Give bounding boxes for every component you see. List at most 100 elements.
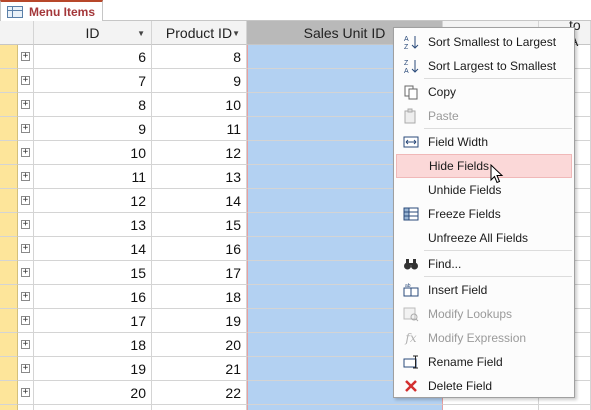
dropdown-arrow-icon[interactable]: ▼ — [232, 29, 240, 38]
table-row[interactable]: +21231$24.00 — [0, 405, 591, 410]
expand-cell[interactable]: + — [18, 93, 34, 117]
select-all-corner[interactable] — [0, 21, 34, 45]
menu-unfreeze-all-fields[interactable]: Unfreeze All Fields — [396, 226, 572, 250]
column-header-id[interactable]: ID ▼ — [34, 21, 152, 45]
expand-plus-icon[interactable]: + — [21, 76, 30, 85]
expand-plus-icon[interactable]: + — [21, 220, 30, 229]
row-selector[interactable] — [0, 381, 18, 405]
expand-cell[interactable]: + — [18, 141, 34, 165]
menu-hide-fields[interactable]: Hide Fields — [396, 154, 572, 178]
row-selector[interactable] — [0, 333, 18, 357]
expand-cell[interactable]: + — [18, 69, 34, 93]
cell-partial[interactable] — [539, 405, 591, 410]
row-selector[interactable] — [0, 141, 18, 165]
cell-product-id[interactable]: 21 — [152, 357, 247, 381]
expand-plus-icon[interactable]: + — [21, 316, 30, 325]
menu-paste[interactable]: Paste — [396, 104, 572, 128]
cell-product-id[interactable]: 18 — [152, 285, 247, 309]
row-selector[interactable] — [0, 285, 18, 309]
expand-plus-icon[interactable]: + — [21, 100, 30, 109]
expand-cell[interactable]: + — [18, 45, 34, 69]
row-selector[interactable] — [0, 69, 18, 93]
cell-product-id[interactable]: 9 — [152, 69, 247, 93]
row-selector[interactable] — [0, 117, 18, 141]
cell-id[interactable]: 14 — [34, 237, 152, 261]
column-header-product-id[interactable]: Product ID ▼ — [152, 21, 247, 45]
cell-product-id[interactable]: 17 — [152, 261, 247, 285]
cell-product-id[interactable]: 15 — [152, 213, 247, 237]
cell-product-id[interactable]: 19 — [152, 309, 247, 333]
cell-id[interactable]: 9 — [34, 117, 152, 141]
menu-freeze-fields[interactable]: Freeze Fields — [396, 202, 572, 226]
cell-id[interactable]: 13 — [34, 213, 152, 237]
cell-id[interactable]: 6 — [34, 45, 152, 69]
row-selector[interactable] — [0, 309, 18, 333]
menu-sort-descending[interactable]: ZA Sort Largest to Smallest — [396, 54, 572, 78]
cell-id[interactable]: 19 — [34, 357, 152, 381]
menu-modify-lookups[interactable]: Modify Lookups — [396, 302, 572, 326]
cell-id[interactable]: 20 — [34, 381, 152, 405]
cell-id[interactable]: 7 — [34, 69, 152, 93]
expand-plus-icon[interactable]: + — [21, 292, 30, 301]
menu-find[interactable]: Find... — [396, 252, 572, 276]
menu-field-width[interactable]: Field Width — [396, 130, 572, 154]
menu-copy[interactable]: Copy — [396, 80, 572, 104]
row-selector[interactable] — [0, 213, 18, 237]
expand-plus-icon[interactable]: + — [21, 388, 30, 397]
tab-menu-items[interactable]: Menu Items — [0, 0, 103, 22]
cell-product-id[interactable]: 13 — [152, 165, 247, 189]
cell-id[interactable]: 10 — [34, 141, 152, 165]
cell-product-id[interactable]: 23 — [152, 405, 247, 410]
expand-plus-icon[interactable]: + — [21, 244, 30, 253]
cell-product-id[interactable]: 22 — [152, 381, 247, 405]
expand-cell[interactable]: + — [18, 117, 34, 141]
expand-plus-icon[interactable]: + — [21, 268, 30, 277]
row-selector[interactable] — [0, 93, 18, 117]
expand-cell[interactable]: + — [18, 309, 34, 333]
expand-cell[interactable]: + — [18, 357, 34, 381]
cell-product-id[interactable]: 12 — [152, 141, 247, 165]
expand-plus-icon[interactable]: + — [21, 124, 30, 133]
row-selector[interactable] — [0, 261, 18, 285]
menu-rename-field[interactable]: Rename Field — [396, 350, 572, 374]
expand-cell[interactable]: + — [18, 261, 34, 285]
expand-cell[interactable]: + — [18, 189, 34, 213]
cell-id[interactable]: 18 — [34, 333, 152, 357]
expand-cell[interactable]: + — [18, 237, 34, 261]
menu-unhide-fields[interactable]: Unhide Fields — [396, 178, 572, 202]
cell-product-id[interactable]: 8 — [152, 45, 247, 69]
cell-id[interactable]: 8 — [34, 93, 152, 117]
expand-cell[interactable]: + — [18, 381, 34, 405]
menu-modify-expression[interactable]: fx Modify Expression — [396, 326, 572, 350]
cell-product-id[interactable]: 14 — [152, 189, 247, 213]
cell-id[interactable]: 17 — [34, 309, 152, 333]
row-selector[interactable] — [0, 165, 18, 189]
expand-plus-icon[interactable]: + — [21, 364, 30, 373]
cell-id[interactable]: 11 — [34, 165, 152, 189]
row-selector[interactable] — [0, 189, 18, 213]
cell-id[interactable]: 12 — [34, 189, 152, 213]
expand-cell[interactable]: + — [18, 285, 34, 309]
cell-product-id[interactable]: 20 — [152, 333, 247, 357]
row-selector[interactable] — [0, 45, 18, 69]
expand-plus-icon[interactable]: + — [21, 196, 30, 205]
menu-insert-field[interactable]: ab Insert Field — [396, 278, 572, 302]
row-selector[interactable] — [0, 405, 18, 410]
expand-plus-icon[interactable]: + — [21, 340, 30, 349]
expand-cell[interactable]: + — [18, 213, 34, 237]
expand-plus-icon[interactable]: + — [21, 172, 30, 181]
cell-id[interactable]: 16 — [34, 285, 152, 309]
expand-plus-icon[interactable]: + — [21, 52, 30, 61]
expand-plus-icon[interactable]: + — [21, 148, 30, 157]
cell-price[interactable]: $24.00 — [443, 405, 539, 410]
menu-delete-field[interactable]: Delete Field — [396, 374, 572, 398]
row-selector[interactable] — [0, 357, 18, 381]
cell-product-id[interactable]: 10 — [152, 93, 247, 117]
expand-cell[interactable]: + — [18, 165, 34, 189]
cell-id[interactable]: 21 — [34, 405, 152, 410]
cell-id[interactable]: 15 — [34, 261, 152, 285]
cell-product-id[interactable]: 16 — [152, 237, 247, 261]
cell-product-id[interactable]: 11 — [152, 117, 247, 141]
expand-cell[interactable]: + — [18, 405, 34, 410]
dropdown-arrow-icon[interactable]: ▼ — [137, 29, 145, 38]
